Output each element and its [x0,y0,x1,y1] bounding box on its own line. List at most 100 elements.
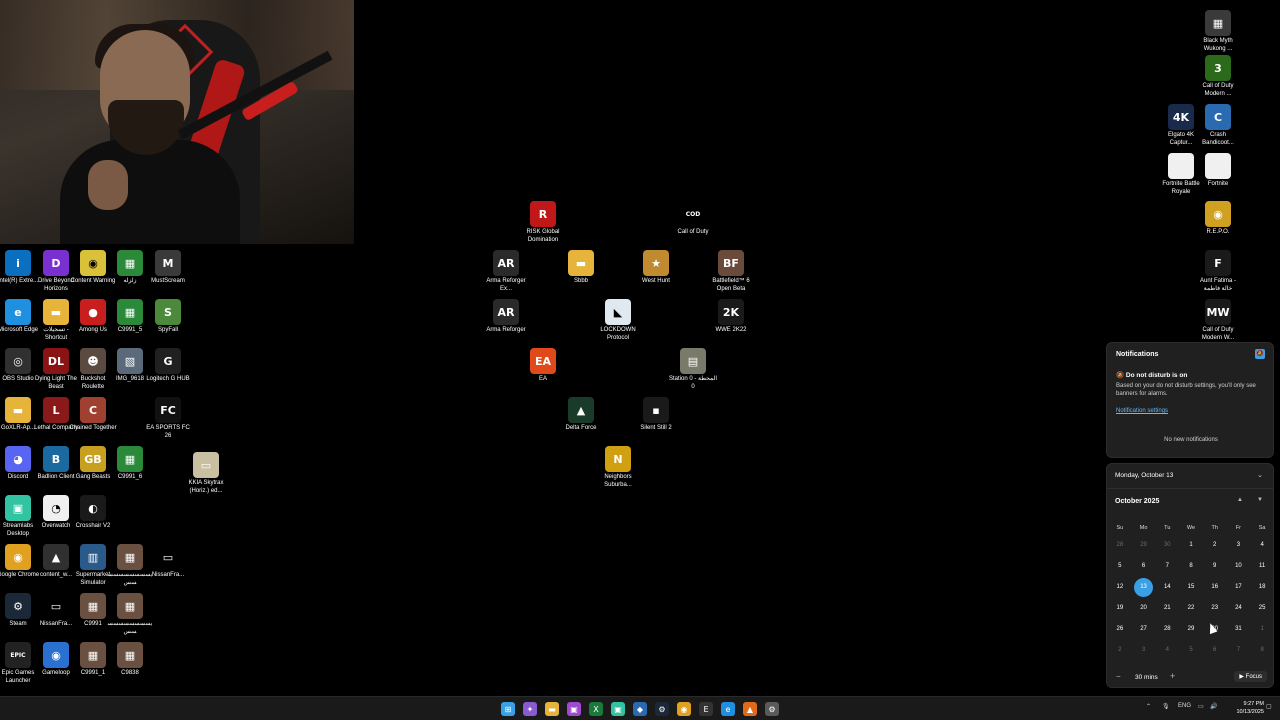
network-icon[interactable]: ▭ [1198,703,1204,710]
calendar-day[interactable]: 29 [1179,619,1203,640]
calendar-day[interactable]: 23 [1203,598,1227,619]
focus-increase-button[interactable]: + [1170,671,1175,681]
calendar-day[interactable]: 28 [1108,535,1132,556]
calendar-day[interactable]: 27 [1132,619,1156,640]
desktop-icon[interactable]: ◐ Crosshair V2 [69,495,117,531]
do-not-disturb-toggle-icon[interactable]: 🔕 [1255,349,1265,359]
desktop-icon[interactable]: G Logitech G HUB [144,348,192,384]
calendar-day[interactable]: 22 [1179,598,1203,619]
desktop-icon[interactable]: Fortnite [1194,153,1242,189]
focus-start-button[interactable]: ▶ Focus [1234,671,1267,682]
calendar-day[interactable]: 7 [1227,640,1251,661]
calendar-day[interactable]: 5 [1179,640,1203,661]
calendar-day[interactable]: 26 [1108,619,1132,640]
calendar-day[interactable]: 2 [1203,535,1227,556]
calendar-day[interactable]: 28 [1155,619,1179,640]
calendar-day[interactable]: 7 [1155,556,1179,577]
epic-games-icon[interactable]: E [699,702,713,716]
next-month-icon[interactable]: ▼ [1257,497,1263,503]
volume-icon[interactable]: 🔊 [1210,703,1217,710]
calendar-day[interactable]: 9 [1203,556,1227,577]
desktop-icon[interactable]: C Crash Bandicoot... [1194,104,1242,147]
calendar-day[interactable]: 18 [1250,577,1274,598]
desktop-icon[interactable]: EA EA [519,348,567,384]
calendar-day[interactable]: 4 [1155,640,1179,661]
calendar-day[interactable]: 6 [1203,640,1227,661]
calendar-day[interactable]: 11 [1250,556,1274,577]
calendar-day[interactable]: 2 [1108,640,1132,661]
desktop-icon[interactable]: BF Battlefield™ 6 Open Beta [707,250,755,293]
file-explorer-icon[interactable]: ▬ [545,702,559,716]
desktop-icon[interactable]: C Chained Together [69,397,117,433]
app-icon[interactable]: ◆ [633,702,647,716]
desktop-icon[interactable]: AR Arma Reforger Ex... [482,250,530,293]
calendar-day[interactable]: 25 [1250,598,1274,619]
focus-decrease-button[interactable]: − [1116,672,1121,681]
collapse-chevron-icon[interactable]: ⌄ [1257,471,1263,479]
desktop-icon[interactable]: ▦ يسسسسسسسسسس [106,593,154,636]
settings-icon[interactable]: ⚙ [765,702,779,716]
tray-chevron-icon[interactable]: ⌃ [1146,703,1151,710]
desktop-icon[interactable]: M MustScream [144,250,192,286]
calendar-day[interactable]: 4 [1250,535,1274,556]
start-icon[interactable]: ⊞ [501,702,515,716]
desktop-icon[interactable]: ▪ Silent Still 2 [632,397,680,433]
chrome-icon[interactable]: ◉ [677,702,691,716]
calendar-day[interactable]: 3 [1227,535,1251,556]
desktop-icon[interactable]: N Neighbors Suburba... [594,446,642,489]
desktop-icon[interactable]: ▦ C9991_6 [106,446,154,482]
desktop-icon[interactable]: 3 Call of Duty Modern ... [1194,55,1242,98]
desktop-icon[interactable]: ◉ R.E.P.O. [1194,201,1242,237]
calendar-day[interactable]: 5 [1108,556,1132,577]
calendar-day-today[interactable]: 13 [1132,577,1156,598]
calendar-day[interactable]: 31 [1227,619,1251,640]
calendar-day[interactable]: 24 [1227,598,1251,619]
desktop-icon[interactable]: ▲ Delta Force [557,397,605,433]
excel-icon[interactable]: X [589,702,603,716]
calendar-month-label[interactable]: October 2025 [1115,498,1159,505]
calendar-day[interactable]: 12 [1108,577,1132,598]
steam-icon[interactable]: ⚙ [655,702,669,716]
desktop-icon[interactable]: ▬ Sbbb [557,250,605,286]
calendar-day[interactable]: 6 [1132,556,1156,577]
calendar-day[interactable]: 29 [1132,535,1156,556]
calendar-day[interactable]: 8 [1179,556,1203,577]
copilot-icon[interactable]: ✦ [523,702,537,716]
calendar-day[interactable]: 1 [1179,535,1203,556]
desktop-icon[interactable]: ★ West Hunt [632,250,680,286]
desktop-icon[interactable]: COD Call of Duty [669,201,717,237]
desktop-icon[interactable]: MW Call of Duty Modern W... [1194,299,1242,342]
previous-month-icon[interactable]: ▲ [1237,497,1243,503]
calendar-day[interactable]: 8 [1250,640,1274,661]
calendar-day[interactable]: 30 [1155,535,1179,556]
calendar-day[interactable]: 16 [1203,577,1227,598]
desktop-icon[interactable]: ▭ KKIA Skytrax (Horiz.) ed... [182,452,230,495]
desktop-icon[interactable]: ▤ Station 0 - المحطة 0 [669,348,717,391]
calendar-day[interactable]: 19 [1108,598,1132,619]
clock[interactable]: 9:27 PM 10/13/2025 [1224,700,1264,716]
edge-icon[interactable]: e [721,702,735,716]
streamlabs-icon[interactable]: ▣ [611,702,625,716]
taskbar-app-icon[interactable]: ▣ [567,702,581,716]
calendar-day[interactable]: 14 [1155,577,1179,598]
language-indicator[interactable]: ENG [1178,703,1191,709]
desktop-icon[interactable]: FC EA SPORTS FC 26 [144,397,192,440]
calendar-day[interactable]: 21 [1155,598,1179,619]
app-icon[interactable]: ▲ [743,702,757,716]
calendar-day[interactable]: 10 [1227,556,1251,577]
notification-settings-link[interactable]: Notification settings [1116,408,1168,414]
calendar-day[interactable]: 15 [1179,577,1203,598]
desktop-icon[interactable]: F Aunt Fatima - خالة فاطمة [1194,250,1242,293]
desktop-icon[interactable]: 2K WWE 2K22 [707,299,755,335]
desktop-icon[interactable]: AR Arma Reforger [482,299,530,335]
notification-bell-icon[interactable]: ▢ [1266,703,1272,710]
desktop-icon[interactable]: ▦ Black Myth Wukong ... [1194,10,1242,53]
desktop-icon[interactable]: R RISK Global Domination [519,201,567,244]
calendar-day[interactable]: 3 [1132,640,1156,661]
microphone-icon[interactable]: 🎙 [1162,703,1170,710]
calendar-day[interactable]: 1 [1250,619,1274,640]
desktop-icon[interactable]: ▦ C9838 [106,642,154,678]
desktop-icon[interactable]: S SpyFall [144,299,192,335]
desktop-icon[interactable]: ◣ LOCKDOWN Protocol [594,299,642,342]
calendar-day[interactable]: 20 [1132,598,1156,619]
